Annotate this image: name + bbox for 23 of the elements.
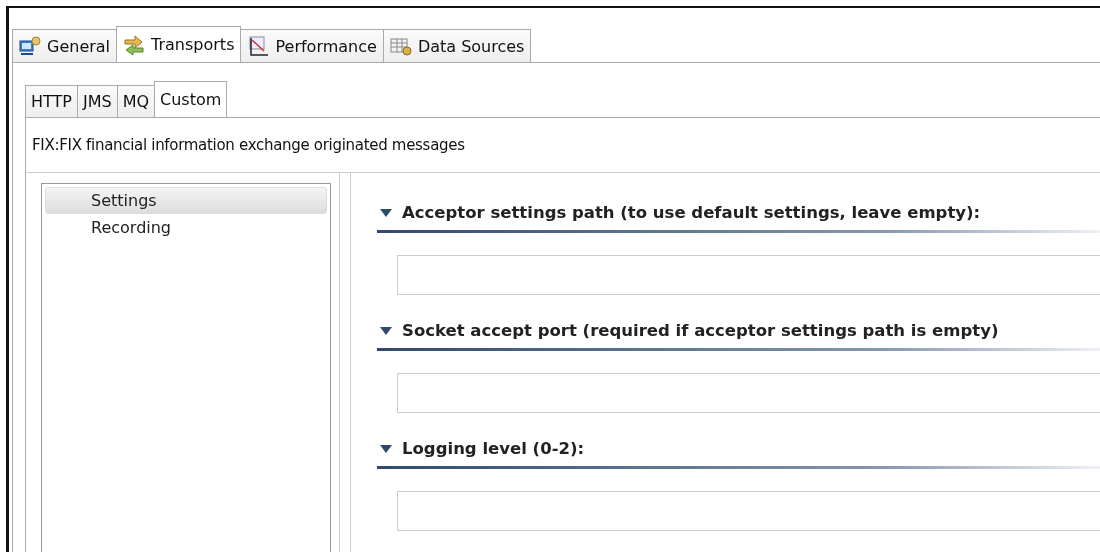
section-title: Acceptor settings path (to use default settings, leave empty): <box>402 203 981 222</box>
section-header[interactable]: Acceptor settings path (to use default settings, leave empty): <box>377 203 1100 233</box>
tab[interactable]: JMS <box>76 85 118 117</box>
tree-item[interactable]: Recording <box>45 214 327 241</box>
tab[interactable]: Custom <box>154 81 228 117</box>
table-icon <box>389 36 412 56</box>
computer-icon <box>19 36 41 56</box>
input-field[interactable] <box>397 255 1100 295</box>
tab[interactable]: MQ <box>116 85 156 117</box>
description-text: FIX:FIX financial information exchange originated messages <box>31 135 466 156</box>
tab[interactable]: Performance <box>240 29 384 62</box>
input-field[interactable] <box>397 491 1100 531</box>
section-title: Socket accept port (required if acceptor settings path is empty) <box>402 321 999 340</box>
tab[interactable]: HTTP <box>25 85 78 117</box>
section-title: Logging level (0-2): <box>402 439 585 458</box>
input-field[interactable] <box>397 373 1100 413</box>
tree-item[interactable]: Settings <box>45 187 327 214</box>
tab[interactable]: Data Sources <box>382 29 532 62</box>
arrows-icon <box>123 34 146 55</box>
section-header[interactable]: Socket accept port (required if acceptor settings path is empty) <box>377 321 1100 351</box>
chart-icon <box>247 36 270 56</box>
section-header[interactable]: Logging level (0-2): <box>377 439 1100 469</box>
tab[interactable]: General <box>12 29 118 62</box>
